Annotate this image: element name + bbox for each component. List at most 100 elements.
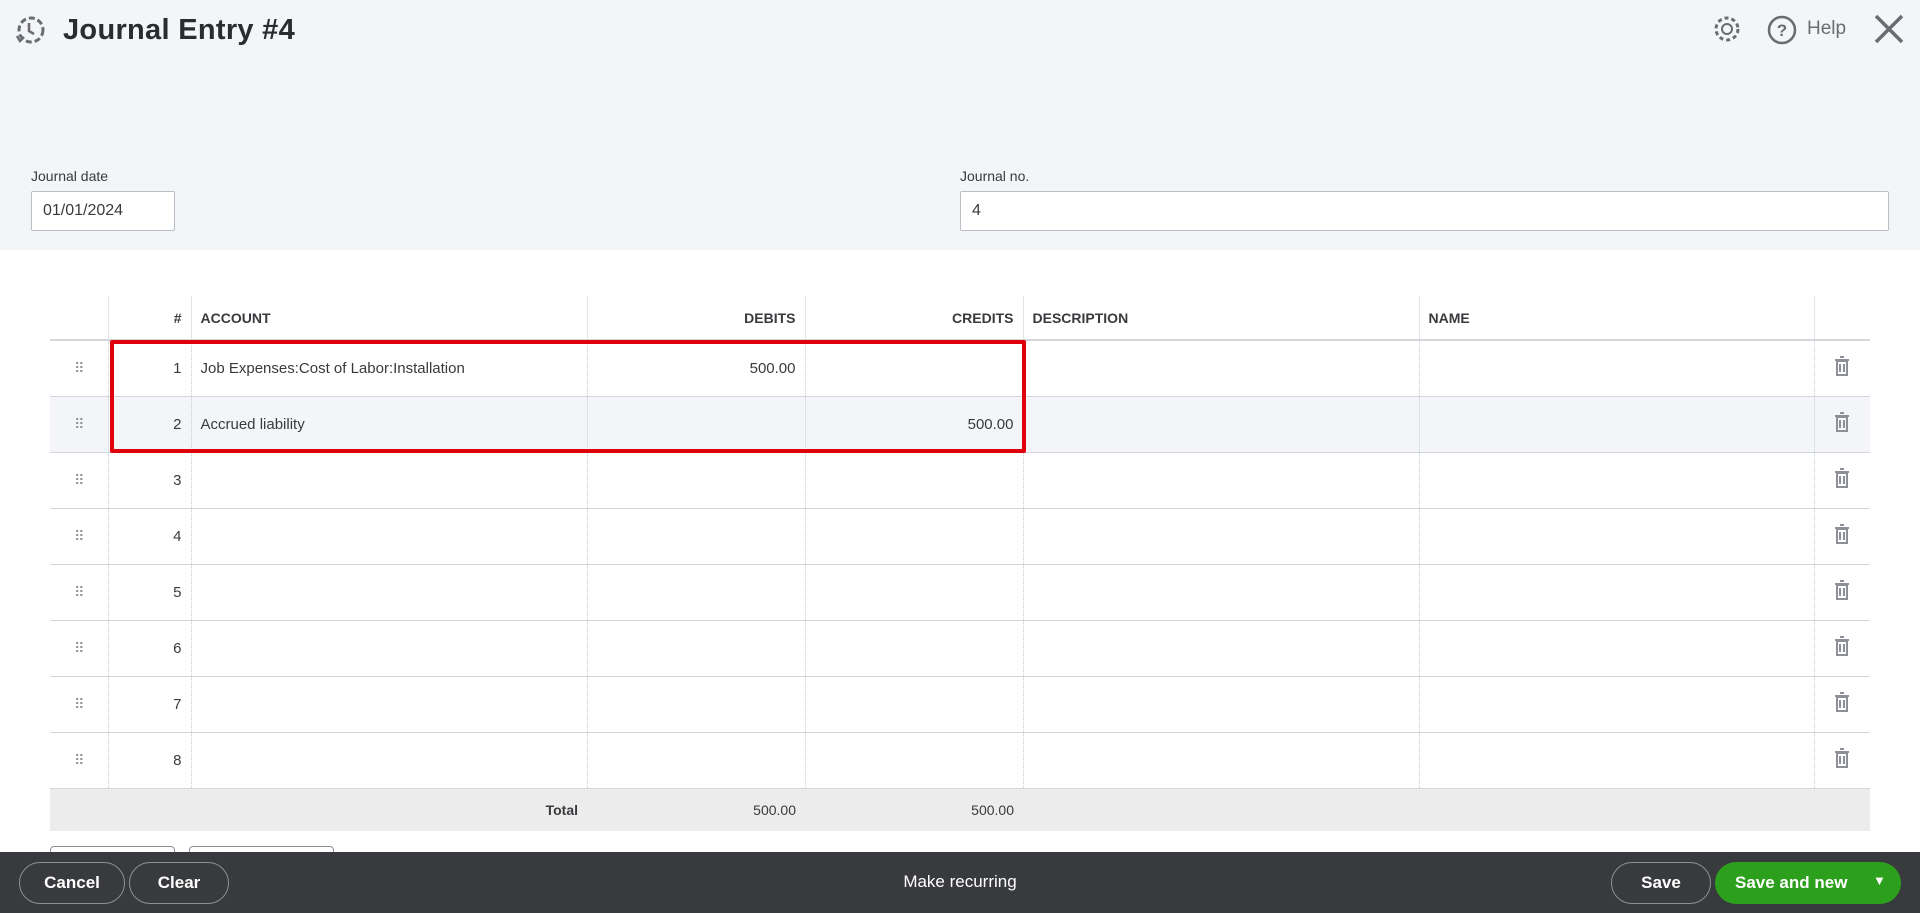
account-cell[interactable] xyxy=(190,508,587,565)
name-cell[interactable] xyxy=(1418,564,1814,621)
table-row: ⠿ 6 xyxy=(50,620,1870,677)
description-cell[interactable] xyxy=(1022,340,1419,397)
description-cell[interactable] xyxy=(1022,620,1419,677)
description-cell[interactable] xyxy=(1022,732,1419,789)
save-and-new-split-button: Save and new ▼ xyxy=(1715,862,1901,904)
table-row: ⠿ 7 xyxy=(50,676,1870,733)
account-cell[interactable] xyxy=(190,452,587,509)
drag-handle-icon[interactable]: ⠿ xyxy=(50,396,108,453)
line-number: 6 xyxy=(107,620,191,677)
description-cell[interactable] xyxy=(1022,396,1419,453)
description-cell[interactable] xyxy=(1022,676,1419,733)
drag-handle-icon[interactable]: ⠿ xyxy=(50,676,108,733)
col-actions xyxy=(1813,296,1870,341)
table-row: ⠿ 2 Accrued liability 500.00 xyxy=(50,396,1870,453)
account-cell[interactable]: Accrued liability xyxy=(190,396,587,453)
trash-icon[interactable] xyxy=(1813,396,1870,453)
table-row: ⠿ 8 xyxy=(50,732,1870,789)
line-number: 5 xyxy=(107,564,191,621)
help-icon[interactable]: ? xyxy=(1766,14,1798,46)
trash-icon[interactable] xyxy=(1813,452,1870,509)
debit-cell[interactable] xyxy=(586,620,805,677)
account-cell[interactable] xyxy=(190,564,587,621)
credit-cell[interactable] xyxy=(804,564,1023,621)
trash-icon[interactable] xyxy=(1813,508,1870,565)
debit-cell[interactable] xyxy=(586,564,805,621)
debit-cell[interactable] xyxy=(586,732,805,789)
debit-cell[interactable]: 500.00 xyxy=(586,340,805,397)
recurring-clock-icon xyxy=(15,16,45,44)
credit-cell[interactable] xyxy=(804,452,1023,509)
line-number: 2 xyxy=(107,396,191,453)
trash-icon[interactable] xyxy=(1813,732,1870,789)
debit-cell[interactable] xyxy=(586,676,805,733)
journal-no-label: Journal no. xyxy=(960,168,1030,184)
col-description: DESCRIPTION xyxy=(1022,296,1419,341)
table-header-row: # ACCOUNT DEBITS CREDITS DESCRIPTION NAM… xyxy=(50,296,1870,341)
col-debits: DEBITS xyxy=(586,296,805,341)
drag-handle-icon[interactable]: ⠿ xyxy=(50,564,108,621)
cancel-button[interactable]: Cancel xyxy=(19,862,125,904)
name-cell[interactable] xyxy=(1418,620,1814,677)
svg-text:?: ? xyxy=(1777,21,1787,40)
clear-button[interactable]: Clear xyxy=(129,862,229,904)
line-number: 3 xyxy=(107,452,191,509)
col-name: NAME xyxy=(1418,296,1814,341)
name-cell[interactable] xyxy=(1418,676,1814,733)
total-credits: 500.00 xyxy=(805,788,1023,831)
credit-cell[interactable] xyxy=(804,620,1023,677)
name-cell[interactable] xyxy=(1418,732,1814,789)
line-number: 7 xyxy=(107,676,191,733)
table-row: ⠿ 1 Job Expenses:Cost of Labor:Installat… xyxy=(50,340,1870,397)
help-link[interactable]: Help xyxy=(1807,18,1846,40)
line-number: 1 xyxy=(107,340,191,397)
credit-cell[interactable] xyxy=(804,340,1023,397)
account-cell[interactable] xyxy=(190,676,587,733)
line-number: 4 xyxy=(107,508,191,565)
save-button[interactable]: Save xyxy=(1611,862,1711,904)
drag-handle-icon[interactable]: ⠿ xyxy=(50,620,108,677)
description-cell[interactable] xyxy=(1022,564,1419,621)
drag-handle-icon[interactable]: ⠿ xyxy=(50,508,108,565)
drag-handle-icon[interactable]: ⠿ xyxy=(50,732,108,789)
col-account: ACCOUNT xyxy=(190,296,587,341)
description-cell[interactable] xyxy=(1022,508,1419,565)
make-recurring-link[interactable]: Make recurring xyxy=(903,872,1016,891)
name-cell[interactable] xyxy=(1418,508,1814,565)
trash-icon[interactable] xyxy=(1813,340,1870,397)
trash-icon[interactable] xyxy=(1813,564,1870,621)
journal-date-input[interactable]: 01/01/2024 xyxy=(31,191,175,231)
close-icon[interactable] xyxy=(1873,13,1905,45)
account-cell[interactable] xyxy=(190,732,587,789)
trash-icon[interactable] xyxy=(1813,676,1870,733)
table-row: ⠿ 3 xyxy=(50,452,1870,509)
drag-handle-icon[interactable]: ⠿ xyxy=(50,340,108,397)
table-row: ⠿ 4 xyxy=(50,508,1870,565)
journal-no-input[interactable]: 4 xyxy=(960,191,1889,231)
debit-cell[interactable] xyxy=(586,508,805,565)
account-cell[interactable]: Job Expenses:Cost of Labor:Installation xyxy=(190,340,587,397)
name-cell[interactable] xyxy=(1418,396,1814,453)
debit-cell[interactable] xyxy=(586,396,805,453)
account-cell[interactable] xyxy=(190,620,587,677)
credit-cell[interactable] xyxy=(804,508,1023,565)
total-debits: 500.00 xyxy=(587,788,805,831)
dropdown-arrow-icon[interactable]: ▼ xyxy=(1873,873,1886,888)
debit-cell[interactable] xyxy=(586,452,805,509)
credit-cell[interactable]: 500.00 xyxy=(804,396,1023,453)
col-credits: CREDITS xyxy=(804,296,1023,341)
save-and-new-button[interactable]: Save and new xyxy=(1735,873,1847,893)
table-row: ⠿ 5 xyxy=(50,564,1870,621)
credit-cell[interactable] xyxy=(804,732,1023,789)
name-cell[interactable] xyxy=(1418,452,1814,509)
journal-date-label: Journal date xyxy=(31,168,109,184)
total-row: Total 500.00 500.00 xyxy=(50,788,1870,831)
gear-icon[interactable] xyxy=(1712,14,1742,44)
description-cell[interactable] xyxy=(1022,452,1419,509)
credit-cell[interactable] xyxy=(804,676,1023,733)
name-cell[interactable] xyxy=(1418,340,1814,397)
total-label: Total xyxy=(191,788,587,831)
trash-icon[interactable] xyxy=(1813,620,1870,677)
footer-bar: Cancel Clear Make recurring Save Save an… xyxy=(0,852,1920,913)
drag-handle-icon[interactable]: ⠿ xyxy=(50,452,108,509)
